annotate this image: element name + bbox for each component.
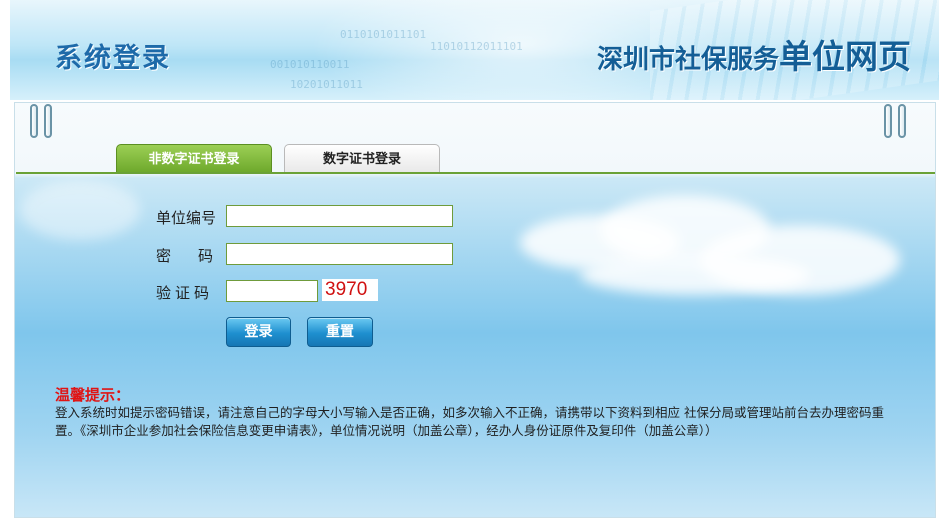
site-title-part2: 单位网页 [779, 37, 911, 76]
unit-code-label: 单位编号 [156, 209, 217, 227]
captcha-input[interactable] [226, 280, 318, 302]
binary-decoration: 10201011011 [290, 78, 363, 91]
system-login-title: 系统登录 [55, 43, 171, 74]
tab-underline [16, 172, 935, 174]
binary-decoration: 0110101011101 [340, 28, 427, 41]
site-title: 深圳市社保服务单位网页 [597, 30, 911, 78]
tips-text: 登入系统时如提示密码错误，请注意自己的字母大小写输入是否正确，如多次输入不正确，… [55, 405, 884, 438]
cloud-decoration [580, 255, 810, 295]
tips-title: 温馨提示： [55, 386, 131, 404]
binder-rings-left [30, 104, 52, 138]
captcha-image[interactable]: 3970 [322, 279, 378, 301]
ring-icon [44, 104, 52, 138]
reset-button[interactable]: 重置 [307, 317, 373, 347]
password-input[interactable] [226, 243, 453, 265]
login-button[interactable]: 登录 [226, 317, 291, 347]
ring-icon [884, 104, 892, 138]
tab-digital-cert-login[interactable]: 数字证书登录 [284, 144, 440, 173]
unit-code-input[interactable] [226, 205, 453, 227]
captcha-label: 验证码 [156, 284, 214, 302]
binary-decoration: 11010112011101 [430, 40, 523, 53]
ring-icon [30, 104, 38, 138]
password-label: 密 码 [156, 247, 220, 265]
binary-decoration: 001010110011 [270, 58, 350, 71]
header-banner: 0110101011101 11010112011101 00101011001… [10, 0, 939, 100]
tab-non-digital-cert-login[interactable]: 非数字证书登录 [116, 144, 272, 173]
ring-icon [898, 104, 906, 138]
cloud-decoration [20, 180, 140, 240]
binder-rings-right [884, 104, 906, 138]
site-title-part1: 深圳市社保服务 [596, 45, 779, 75]
